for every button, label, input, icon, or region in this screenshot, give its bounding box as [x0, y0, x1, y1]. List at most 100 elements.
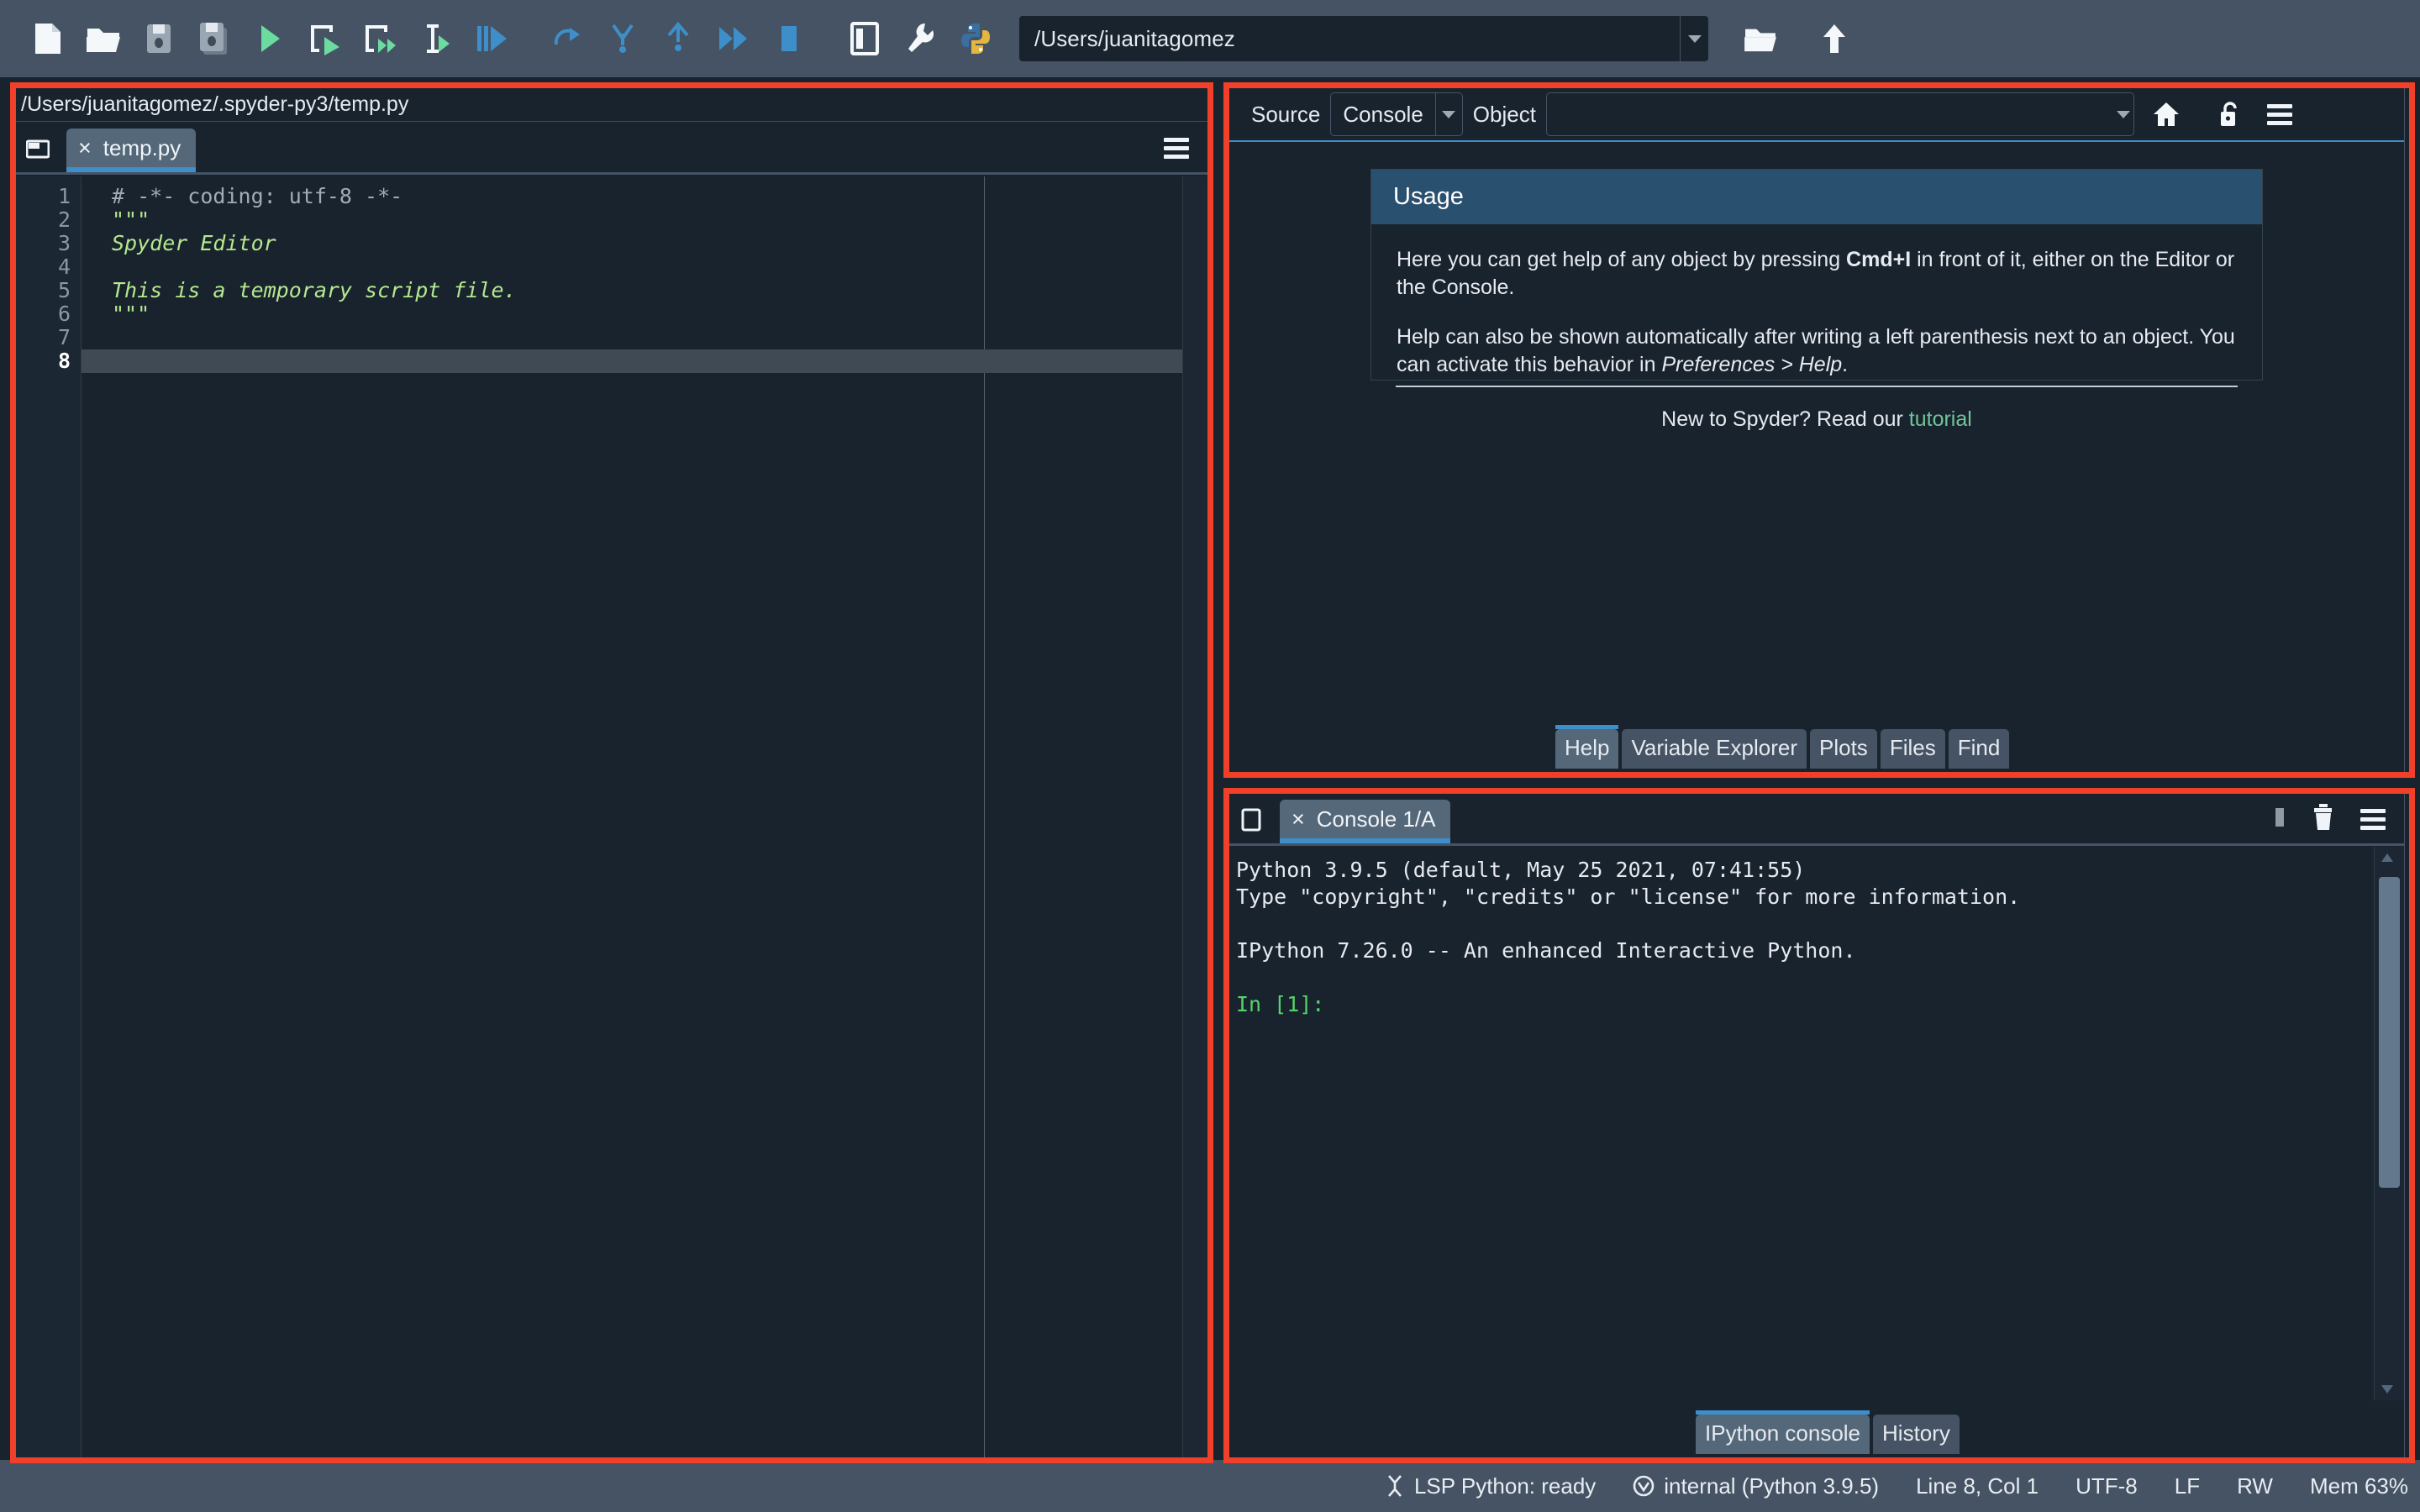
editor-tabbar: × temp.py	[16, 123, 1207, 175]
debug-file-icon[interactable]	[464, 11, 519, 66]
run-file-icon[interactable]	[242, 11, 297, 66]
status-lsp-label: LSP Python: ready	[1413, 1473, 1597, 1499]
dock-tab-ipython-console[interactable]: IPython console	[1696, 1410, 1870, 1454]
interpreter-icon	[1633, 1475, 1655, 1497]
console-pane: × Console 1/A Python 3.9.5 (default, May…	[1228, 793, 2405, 1458]
usage-p1-pre: Here you can get help of any object by p…	[1397, 248, 1847, 271]
line-number: 4	[57, 255, 71, 279]
usage-p2-post: .	[1842, 353, 1849, 376]
working-directory-dropdown-arrow[interactable]	[1680, 16, 1708, 61]
code-line: """	[112, 207, 150, 232]
run-cell-icon[interactable]	[297, 11, 353, 66]
continue-icon[interactable]	[706, 11, 761, 66]
line-number: 3	[57, 231, 71, 255]
help-footer-text: New to Spyder? Read our	[1661, 407, 1909, 431]
line-number: 8	[57, 349, 71, 373]
status-lsp: LSP Python: ready	[1385, 1473, 1596, 1499]
preferences-icon[interactable]	[892, 11, 948, 66]
help-source-dropdown-arrow[interactable]	[1435, 92, 1463, 136]
interrupt-kernel-icon[interactable]	[2273, 806, 2286, 832]
working-directory-value: /Users/juanitagomez	[1034, 25, 1235, 51]
spyder-main-window: /Users/juanitagomez /Users/juanitagomez/…	[0, 0, 2420, 1512]
editor-code-lines: # -*- coding: utf-8 -*- """ Spyder Editor T…	[82, 176, 1207, 1457]
help-usage-title: Usage	[1371, 170, 2262, 224]
status-memory: Mem 63%	[2310, 1473, 2408, 1499]
help-usage-card: Usage Here you can get help of any objec…	[1370, 169, 2263, 381]
status-eol: LF	[2175, 1473, 2200, 1499]
console-output[interactable]: Python 3.9.5 (default, May 25 2021, 07:4…	[1229, 847, 2372, 1400]
status-interpreter[interactable]: internal (Python 3.9.5)	[1633, 1473, 1879, 1499]
remove-all-variables-icon[interactable]	[2312, 803, 2335, 836]
browse-directory-icon[interactable]	[1733, 11, 1788, 66]
help-object-dropdown-arrow[interactable]	[2116, 93, 2130, 135]
editor-line-numbers: 12345678	[16, 176, 82, 1457]
status-encoding-label: UTF-8	[2075, 1473, 2138, 1499]
dock-tab-find[interactable]: Find	[1948, 729, 2010, 769]
dock-tab-files[interactable]: Files	[1880, 729, 1945, 769]
main-toolbar: /Users/juanitagomez	[0, 0, 2420, 77]
help-source-select[interactable]: Console	[1330, 92, 1436, 136]
working-directory-combo[interactable]: /Users/juanitagomez	[1018, 15, 1709, 62]
code-line: This is a temporary script file.	[112, 278, 517, 302]
scroll-down-arrow-icon[interactable]	[2381, 1385, 2393, 1394]
console-scrollbar-thumb[interactable]	[2379, 877, 2400, 1188]
console-line: Type "copyright", "credits" or "license"…	[1236, 885, 2021, 909]
editor-tab-temp-py[interactable]: × temp.py	[66, 128, 197, 172]
status-cursor-label: Line 8, Col 1	[1916, 1473, 2039, 1499]
help-usage-paragraph-2: Help can also be shown automatically aft…	[1397, 323, 2237, 379]
help-object-input[interactable]	[1545, 92, 2134, 136]
help-object-label: Object	[1472, 101, 1536, 127]
code-line: # -*- coding: utf-8 -*-	[112, 184, 403, 208]
save-all-icon[interactable]	[187, 11, 242, 66]
stop-debug-icon[interactable]	[761, 11, 817, 66]
step-return-icon[interactable]	[650, 11, 706, 66]
dock-tab-help[interactable]: Help	[1555, 725, 1619, 769]
console-tab-1a[interactable]: × Console 1/A	[1280, 799, 1451, 843]
console-tabbar-underline	[1229, 843, 2404, 845]
help-toolbar: Source Console Object	[1229, 88, 2404, 140]
help-options-menu-icon[interactable]	[2266, 103, 2292, 125]
code-line: Spyder Editor	[112, 231, 276, 255]
pythonpath-manager-icon[interactable]	[948, 11, 1003, 66]
editor-tabbar-underline	[16, 172, 1207, 174]
console-options-menu-icon[interactable]	[2360, 809, 2386, 830]
console-dock-tabbar: IPython console History	[1696, 1410, 1960, 1454]
status-interpreter-label: internal (Python 3.9.5)	[1664, 1473, 1880, 1499]
console-tab-label: Console 1/A	[1316, 806, 1436, 832]
open-file-icon[interactable]	[76, 11, 131, 66]
console-vertical-scrollbar[interactable]	[2374, 847, 2404, 1400]
step-over-icon[interactable]	[539, 11, 595, 66]
dock-tab-variable-explorer[interactable]: Variable Explorer	[1622, 729, 1807, 769]
scroll-up-arrow-icon[interactable]	[2381, 853, 2393, 862]
status-memory-label: Mem 63%	[2309, 1473, 2408, 1499]
help-usage-paragraph-1: Here you can get help of any object by p…	[1397, 246, 2237, 302]
editor-options-menu-icon[interactable]	[1164, 138, 1189, 159]
dock-tab-history[interactable]: History	[1873, 1415, 1960, 1454]
line-number: 2	[57, 207, 71, 232]
help-lock-icon[interactable]	[2198, 101, 2262, 128]
new-file-icon[interactable]	[20, 11, 76, 66]
help-divider	[1396, 386, 2238, 387]
editor-code-area[interactable]: 12345678 # -*- coding: utf-8 -*- """ Spyde…	[16, 176, 1207, 1457]
help-tutorial-link[interactable]: tutorial	[1909, 407, 1972, 431]
browse-tabs-icon[interactable]	[16, 139, 60, 159]
status-permissions: RW	[2237, 1473, 2273, 1499]
dock-tab-plots[interactable]: Plots	[1810, 729, 1877, 769]
close-icon[interactable]: ×	[78, 137, 92, 160]
help-home-icon[interactable]	[2134, 102, 2198, 127]
run-selection-icon[interactable]	[408, 11, 464, 66]
close-icon[interactable]: ×	[1292, 808, 1305, 831]
status-permissions-label: RW	[2237, 1473, 2273, 1499]
run-cell-advance-icon[interactable]	[353, 11, 408, 66]
step-into-icon[interactable]	[595, 11, 650, 66]
save-file-icon[interactable]	[131, 11, 187, 66]
parent-directory-icon[interactable]	[1807, 11, 1862, 66]
status-cursor-position: Line 8, Col 1	[1916, 1473, 2039, 1499]
console-browse-tabs-icon[interactable]	[1229, 808, 1273, 832]
maximize-pane-icon[interactable]	[837, 11, 892, 66]
editor-vertical-scrollbar[interactable]	[1182, 176, 1207, 1457]
